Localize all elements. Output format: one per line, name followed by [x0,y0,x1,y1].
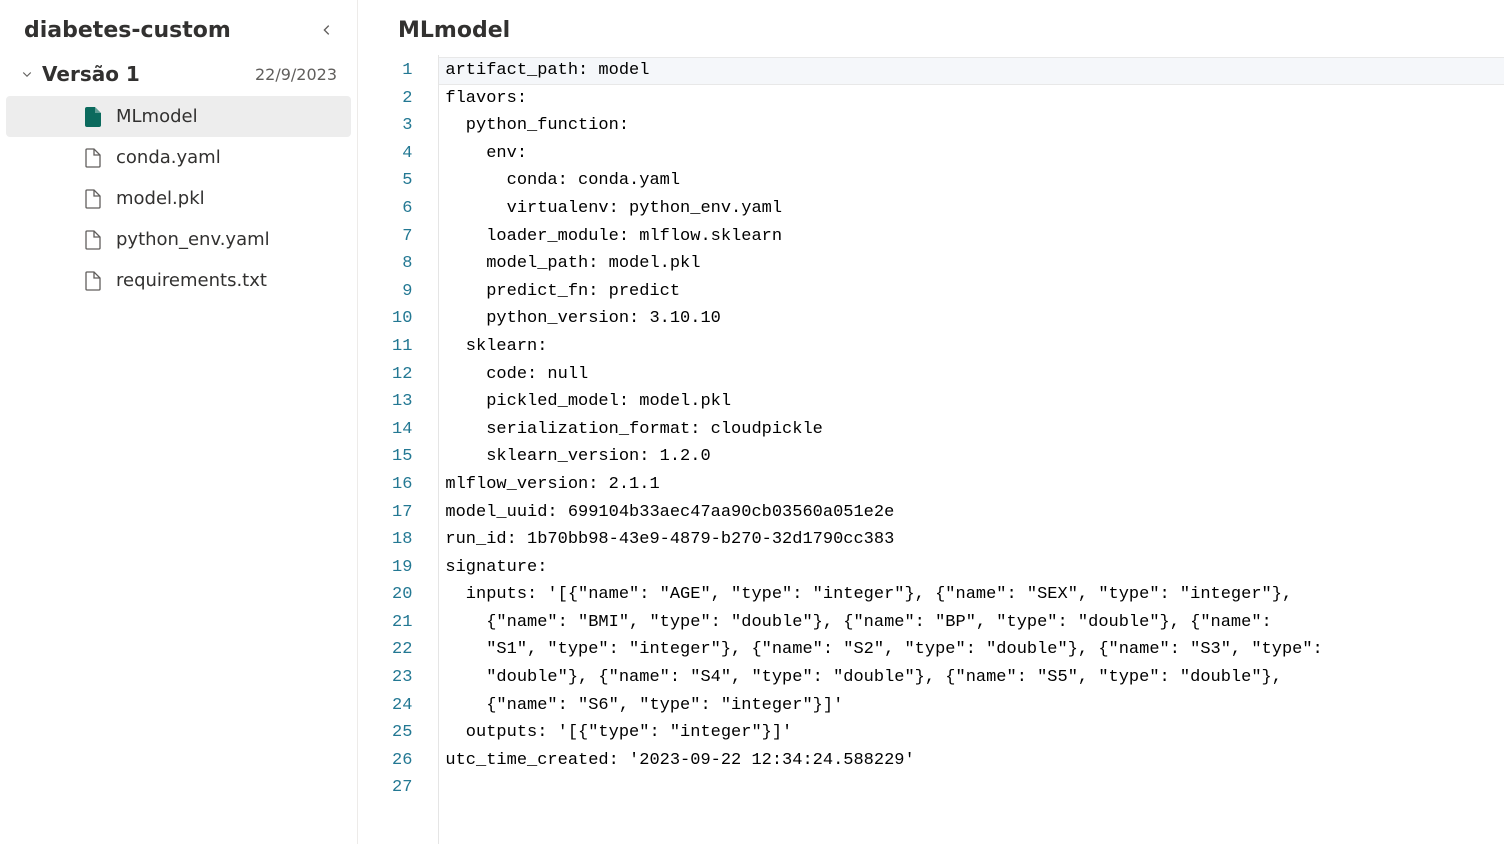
file-item-label: MLmodel [116,106,198,127]
sidebar: diabetes-custom Versão 1 22/9/2023 MLmod… [0,0,358,844]
file-item-label: conda.yaml [116,147,221,168]
line-number: 15 [392,443,412,471]
line-number: 11 [392,333,412,361]
file-item[interactable]: python_env.yaml [6,219,351,260]
line-number: 21 [392,609,412,637]
code-line[interactable]: conda: conda.yaml [439,167,1504,195]
code-line[interactable]: mlflow_version: 2.1.1 [439,471,1504,499]
line-number: 7 [392,223,412,251]
code-line[interactable]: signature: [439,554,1504,582]
collapse-sidebar-button[interactable] [313,16,341,44]
code-line[interactable]: sklearn_version: 1.2.0 [439,443,1504,471]
file-item[interactable]: conda.yaml [6,137,351,178]
code-editor[interactable]: 1234567891011121314151617181920212223242… [358,55,1504,844]
file-outline-icon [84,189,102,209]
file-item[interactable]: model.pkl [6,178,351,219]
code-line[interactable]: artifact_path: model [439,57,1504,85]
code-line[interactable]: flavors: [439,85,1504,113]
line-number: 3 [392,112,412,140]
main-panel: MLmodel 12345678910111213141516171819202… [358,0,1504,844]
file-outline-icon [84,271,102,291]
version-date: 22/9/2023 [255,65,337,84]
code-line[interactable]: "double"}, {"name": "S4", "type": "doubl… [439,664,1504,692]
code-line[interactable]: inputs: '[{"name": "AGE", "type": "integ… [439,581,1504,609]
line-number: 9 [392,278,412,306]
line-number: 12 [392,361,412,389]
code-line[interactable]: run_id: 1b70bb98-43e9-4879-b270-32d1790c… [439,526,1504,554]
sidebar-header: diabetes-custom [6,10,351,54]
code-line[interactable]: virtualenv: python_env.yaml [439,195,1504,223]
version-row[interactable]: Versão 1 22/9/2023 [6,54,351,94]
line-number: 27 [392,774,412,802]
line-number: 19 [392,554,412,582]
line-number: 2 [392,85,412,113]
code-line[interactable]: env: [439,140,1504,168]
file-item-label: model.pkl [116,188,205,209]
sidebar-title: diabetes-custom [24,18,231,43]
code-line[interactable]: pickled_model: model.pkl [439,388,1504,416]
code-line[interactable]: utc_time_created: '2023-09-22 12:34:24.5… [439,747,1504,775]
editor-gutter: 1234567891011121314151617181920212223242… [392,55,438,844]
code-line[interactable]: python_function: [439,112,1504,140]
line-number: 14 [392,416,412,444]
code-line[interactable]: code: null [439,361,1504,389]
line-number: 24 [392,692,412,720]
file-item-label: python_env.yaml [116,229,270,250]
code-line[interactable]: "S1", "type": "integer"}, {"name": "S2",… [439,636,1504,664]
line-number: 22 [392,636,412,664]
file-item[interactable]: requirements.txt [6,260,351,301]
line-number: 10 [392,305,412,333]
line-number: 23 [392,664,412,692]
line-number: 18 [392,526,412,554]
line-number: 6 [392,195,412,223]
line-number: 1 [392,57,412,85]
file-filled-icon [84,107,102,127]
line-number: 13 [392,388,412,416]
main-header: MLmodel [358,0,1504,55]
code-line[interactable]: model_path: model.pkl [439,250,1504,278]
file-item[interactable]: MLmodel [6,96,351,137]
code-line[interactable]: model_uuid: 699104b33aec47aa90cb03560a05… [439,499,1504,527]
code-line[interactable]: outputs: '[{"type": "integer"}]' [439,719,1504,747]
editor-code[interactable]: artifact_path: modelflavors: python_func… [438,55,1504,844]
line-number: 4 [392,140,412,168]
file-title: MLmodel [398,18,1464,43]
code-line[interactable]: loader_module: mlflow.sklearn [439,223,1504,251]
code-line[interactable]: python_version: 3.10.10 [439,305,1504,333]
code-line[interactable]: predict_fn: predict [439,278,1504,306]
line-number: 17 [392,499,412,527]
code-line[interactable]: serialization_format: cloudpickle [439,416,1504,444]
chevron-left-icon [320,23,334,37]
code-line[interactable]: sklearn: [439,333,1504,361]
code-line[interactable]: {"name": "BMI", "type": "double"}, {"nam… [439,609,1504,637]
file-outline-icon [84,148,102,168]
line-number: 20 [392,581,412,609]
chevron-down-icon [20,67,34,81]
line-number: 26 [392,747,412,775]
file-item-label: requirements.txt [116,270,267,291]
code-line[interactable]: {"name": "S6", "type": "integer"}]' [439,692,1504,720]
file-outline-icon [84,230,102,250]
line-number: 5 [392,167,412,195]
line-number: 25 [392,719,412,747]
line-number: 8 [392,250,412,278]
version-label: Versão 1 [42,62,247,86]
code-line[interactable] [439,774,1504,802]
line-number: 16 [392,471,412,499]
file-list: MLmodel conda.yaml model.pkl python_env.yam… [6,96,351,301]
